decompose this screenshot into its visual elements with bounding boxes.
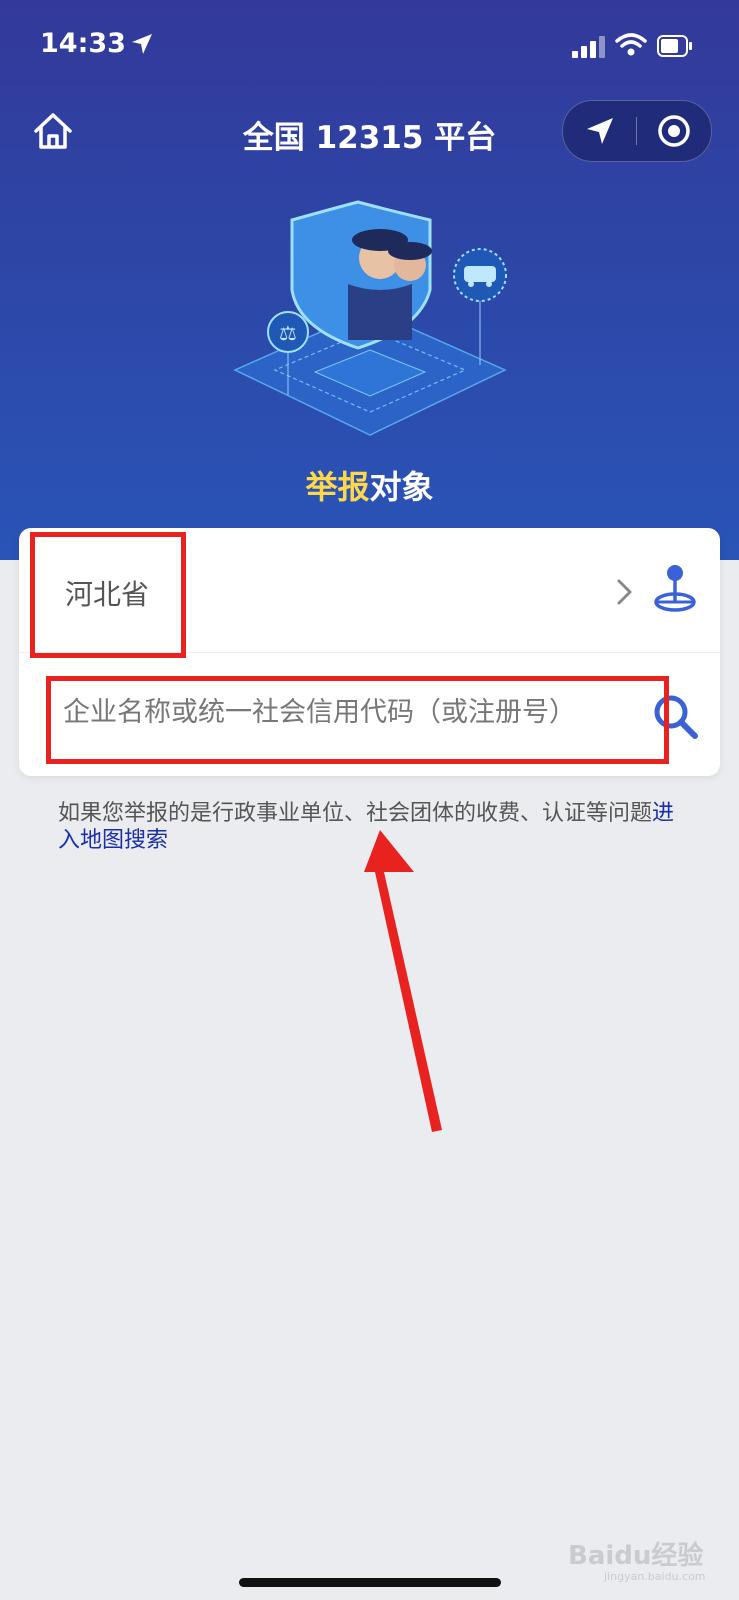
baidu-watermark-url: jingyan.baidu.com [604, 1570, 706, 1583]
hint-body: 如果您举报的是行政事业单位、社会团体的收费、认证等问题 [58, 801, 653, 826]
section-title-highlight: 举报 [305, 468, 370, 506]
close-miniprogram-button[interactable] [637, 101, 711, 161]
location-button[interactable] [563, 101, 637, 161]
map-pin-icon[interactable] [653, 563, 697, 613]
status-time: 14:33 [40, 28, 126, 59]
baidu-watermark: Baidu经验 [568, 1541, 704, 1571]
cellular-signal-icon [572, 36, 605, 58]
svg-text:⚖: ⚖ [279, 321, 297, 345]
annotation-box-search [46, 676, 669, 764]
annotation-arrow [364, 830, 442, 1132]
section-title-rest: 对象 [369, 468, 434, 506]
miniprogram-capsule [562, 100, 712, 162]
chevron-right-icon [617, 579, 632, 605]
section-title: 举报对象 [0, 462, 739, 508]
annotation-box-region [30, 532, 186, 658]
battery-icon [657, 35, 692, 57]
law-enforcement-illustration: ⚖ [233, 200, 507, 436]
target-close-icon [658, 115, 690, 147]
home-indicator [239, 1578, 501, 1587]
wifi-icon [615, 33, 647, 56]
navigation-arrow-icon [587, 118, 613, 144]
location-arrow-icon [132, 34, 152, 54]
